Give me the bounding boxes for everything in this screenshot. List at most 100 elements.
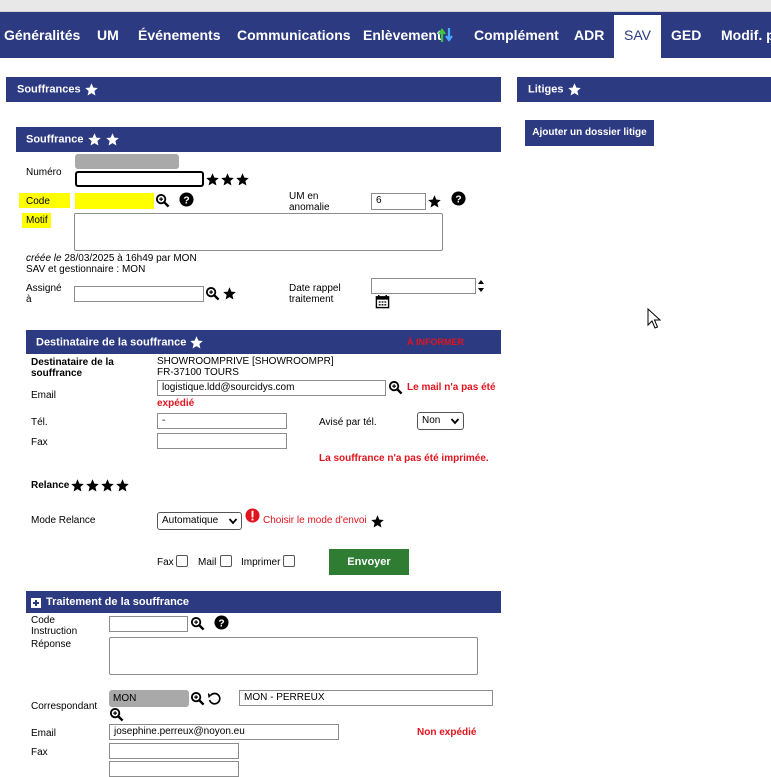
numero-label: Numéro (26, 167, 62, 178)
dest-label-2: souffrance (31, 368, 83, 379)
corr-fax-label: Fax (31, 747, 48, 758)
mode-relance-select[interactable]: Automatique (157, 512, 242, 530)
fax-checkbox[interactable] (176, 555, 188, 567)
help-icon[interactable]: ? (451, 191, 466, 206)
souffrances-header: Souffrances (6, 77, 501, 102)
mouse-cursor-icon (647, 307, 662, 330)
code-instruction-input[interactable] (109, 616, 188, 632)
print-checkbox[interactable] (283, 555, 295, 567)
fax-input[interactable] (157, 433, 287, 449)
magnifier-icon[interactable] (190, 691, 205, 706)
corr-email-status: Non expédié (417, 727, 477, 738)
star-icon[interactable] (220, 172, 235, 187)
help-icon[interactable]: ? (179, 192, 194, 207)
star-icon[interactable] (115, 478, 130, 493)
code-label: Code (19, 193, 70, 208)
litiges-header: Litiges (517, 77, 771, 102)
souffrance-title: Souffrance (26, 133, 84, 146)
date-rappel-input[interactable] (371, 278, 476, 294)
status-badge: À INFORMER (407, 337, 464, 347)
mail-status-2: expédié (157, 398, 195, 409)
star-icon[interactable] (100, 478, 115, 493)
corr-email-input[interactable]: josephine.perreux@noyon.eu (109, 724, 339, 740)
date-rappel-label-1: Date rappel (289, 283, 341, 294)
correspondant-code-field: MON (109, 690, 189, 707)
tab-evenements[interactable]: Événements (138, 12, 220, 58)
magnifier-icon[interactable] (388, 380, 403, 395)
tab-ged[interactable]: GED (671, 12, 701, 58)
tab-modif[interactable]: Modif. p (721, 12, 771, 58)
manager-text: SAV et gestionnaire : MON (26, 264, 146, 275)
fax-label: Fax (31, 437, 48, 448)
help-icon[interactable]: ? (214, 615, 229, 630)
magnifier-icon[interactable] (190, 616, 205, 631)
tel-input[interactable]: - (157, 413, 287, 429)
relance-label: Relance (31, 480, 70, 491)
tab-communications[interactable]: Communications (237, 12, 351, 58)
correspondant-name-input[interactable]: MON - PERREUX (239, 690, 493, 706)
star-icon[interactable] (235, 172, 250, 187)
mail-checkbox[interactable] (220, 555, 232, 567)
browser-strip (0, 0, 771, 12)
undo-icon[interactable] (207, 691, 222, 706)
star-icon[interactable] (87, 132, 102, 147)
tab-complement[interactable]: Complément (474, 12, 559, 58)
reponse-textarea[interactable] (109, 637, 478, 675)
star-icon[interactable] (427, 194, 442, 209)
dest-value-1: SHOWROOMPRIVE [SHOWROOMPR] (157, 356, 334, 367)
print-status: La souffrance n'a pas été imprimée. (319, 453, 489, 464)
avise-select-value: Non (422, 415, 441, 426)
traitement-header[interactable]: Traitement de la souffrance (26, 591, 501, 613)
avise-select[interactable]: Non (417, 412, 464, 430)
magnifier-icon[interactable] (155, 193, 170, 208)
star-icon[interactable] (205, 172, 220, 187)
corr-next-input[interactable] (109, 761, 239, 777)
star-icon[interactable] (105, 132, 120, 147)
dest-email-input[interactable]: logistique.ldd@sourcidys.com (157, 380, 386, 396)
star-icon[interactable] (85, 478, 100, 493)
tab-adr[interactable]: ADR (574, 12, 604, 58)
tab-enlevement[interactable]: Enlèvement (363, 12, 442, 58)
magnifier-icon[interactable] (205, 286, 220, 301)
code-input[interactable] (75, 193, 154, 209)
correspondant-label: Correspondant (31, 701, 98, 712)
tab-sav[interactable]: SAV (614, 12, 661, 58)
um-anomalie-input[interactable]: 6 (371, 193, 426, 210)
star-icon[interactable] (84, 82, 99, 97)
dest-email-label: Email (31, 390, 57, 401)
numero-stars (205, 172, 250, 187)
assigne-label-2: à (26, 294, 32, 305)
add-litige-button[interactable]: Ajouter un dossier litige (525, 120, 654, 146)
mode-relance-label: Mode Relance (31, 515, 96, 526)
star-icon[interactable] (70, 478, 85, 493)
tab-um[interactable]: UM (97, 12, 119, 58)
numero-readonly-field (75, 154, 179, 169)
motif-label: Motif (22, 213, 51, 228)
print-checkbox-label: Imprimer (241, 557, 281, 568)
warning-icon (245, 508, 260, 523)
date-spinner-icon[interactable] (477, 278, 485, 294)
reponse-label: Réponse (31, 639, 72, 650)
star-icon[interactable] (222, 286, 237, 301)
created-text: 28/03/2025 à 16h49 par MON (64, 253, 197, 264)
mail-checkbox-label: Mail (198, 557, 217, 568)
star-icon[interactable] (567, 82, 582, 97)
star-icon[interactable] (370, 514, 385, 529)
motif-textarea[interactable] (74, 213, 443, 251)
send-button[interactable]: Envoyer (329, 549, 409, 575)
numero-input[interactable] (75, 171, 204, 187)
transfer-arrows-icon (437, 27, 455, 43)
assigne-input[interactable] (74, 286, 204, 302)
corr-email-label: Email (31, 728, 57, 739)
corr-fax-input[interactable] (109, 743, 239, 759)
plus-icon[interactable] (31, 598, 41, 608)
um-label-1: UM en (289, 191, 319, 202)
mode-relance-value: Automatique (162, 515, 219, 526)
calendar-icon[interactable] (375, 294, 390, 309)
tab-generalites[interactable]: Généralités (4, 12, 80, 58)
chevron-down-icon (228, 516, 238, 526)
star-icon[interactable] (189, 335, 204, 350)
relance-stars (70, 478, 130, 493)
chevron-down-icon (450, 416, 460, 426)
magnifier-icon[interactable] (109, 707, 124, 722)
